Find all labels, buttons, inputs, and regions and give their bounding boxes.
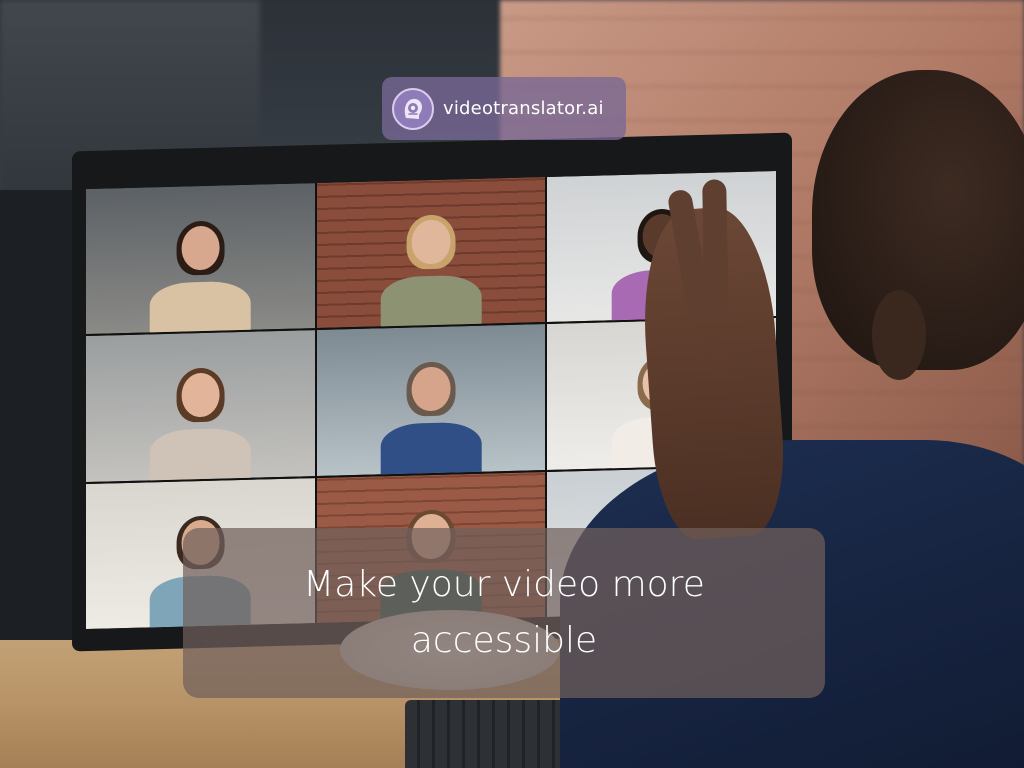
brand-name: videotranslator.ai [443, 98, 604, 119]
keyboard [405, 700, 575, 768]
brand-badge: videotranslator.ai [382, 77, 626, 140]
participant-tile [86, 183, 315, 335]
participant-tile [316, 177, 546, 329]
participant-tile [86, 330, 315, 482]
man-ear [872, 290, 926, 380]
caption-box: Make your video more accessible [183, 528, 825, 698]
caption-text: Make your video more accessible [303, 564, 705, 661]
participant-tile [316, 324, 546, 476]
robot-face-icon [392, 87, 434, 130]
